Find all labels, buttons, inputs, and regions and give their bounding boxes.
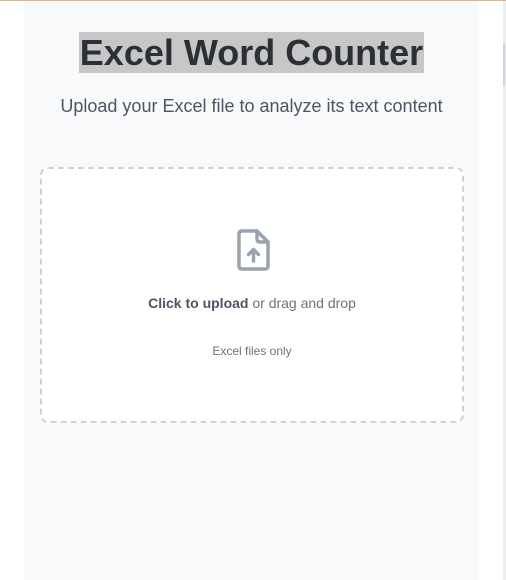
page-subtitle: Upload your Excel file to analyze its te… — [60, 96, 443, 116]
click-to-upload-link[interactable]: Click to upload — [148, 295, 248, 311]
drag-and-drop-text: or drag and drop — [248, 295, 356, 311]
page-title: Excel Word Counter — [78, 32, 425, 73]
file-upload-icon — [237, 229, 270, 271]
file-dropzone[interactable]: Click to upload or drag and drop Excel f… — [40, 167, 464, 423]
file-type-hint: Excel files only — [212, 344, 292, 358]
upload-instructions: Click to upload or drag and drop — [42, 294, 462, 312]
scrollbar-thumb[interactable] — [503, 44, 505, 86]
